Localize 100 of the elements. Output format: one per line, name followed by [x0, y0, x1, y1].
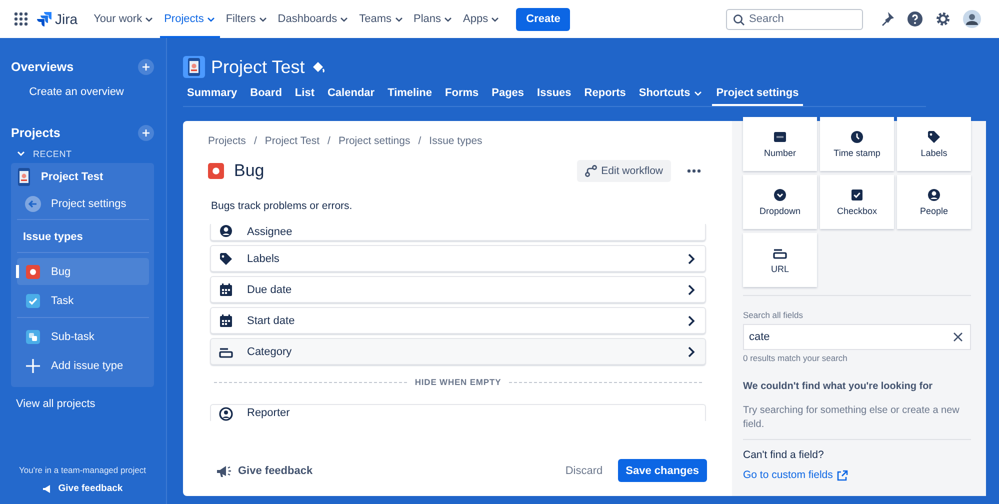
field-type-tile[interactable]: URL	[743, 233, 817, 287]
megaphone-icon	[216, 464, 232, 478]
custom-fields-link[interactable]: Go to custom fields	[743, 469, 971, 481]
search-field[interactable]: cate	[743, 324, 971, 350]
issue-type-description: Bugs track problems or errors.	[210, 200, 354, 212]
create-overview-link[interactable]: Create an overview	[11, 86, 154, 98]
project-tab[interactable]: Issues	[533, 83, 576, 106]
megaphone-icon	[42, 484, 52, 494]
clock-icon	[850, 130, 864, 144]
footer-note: You're in a team-managed project	[18, 465, 147, 475]
field-row[interactable]: Start date	[210, 307, 706, 334]
project-tab[interactable]: Pages	[488, 83, 528, 106]
section-title: Overviews	[11, 60, 74, 74]
field-row[interactable]: Reporter	[210, 404, 706, 421]
section-title: Projects	[11, 126, 60, 140]
close-icon	[953, 332, 963, 342]
project-title: Project Test	[211, 56, 305, 78]
app-switcher-icon	[14, 12, 28, 26]
tag-icon	[219, 252, 233, 266]
project-tab[interactable]: Reports	[580, 83, 630, 106]
project-tab[interactable]: Timeline	[384, 83, 436, 106]
issue-type-item[interactable]: Task	[17, 287, 149, 314]
checkbox-icon	[26, 294, 40, 308]
checkbox-icon	[850, 188, 864, 202]
chevron-right-icon	[687, 346, 695, 358]
project-avatar-icon	[17, 168, 31, 186]
project-tab[interactable]: Shortcuts	[634, 83, 708, 106]
more-icon	[687, 169, 701, 173]
avatar-icon	[963, 10, 981, 28]
save-changes-button[interactable]: Save changes	[618, 459, 707, 482]
subtask-icon	[26, 330, 40, 344]
field-row[interactable]: Due date	[210, 276, 706, 303]
logo-text[interactable]: Jira	[55, 11, 78, 27]
nav-menu-item[interactable]: Dashboards	[274, 0, 354, 38]
add-icon	[138, 59, 154, 75]
field-icon	[773, 246, 787, 260]
breadcrumb-separator: /	[418, 135, 422, 147]
project-tab[interactable]: Forms	[441, 83, 483, 106]
person-icon	[219, 407, 233, 421]
help-text: Can't find a field?	[743, 449, 825, 461]
help-icon	[907, 11, 923, 27]
discard-button[interactable]: Discard	[561, 460, 607, 480]
project-name[interactable]: Project Test	[41, 171, 104, 183]
breadcrumb-separator: /	[254, 135, 257, 147]
field-row[interactable]: Assignee	[210, 224, 706, 241]
project-tab[interactable]: Calendar	[323, 83, 379, 106]
nav-menu-item[interactable]: Filters	[222, 0, 272, 38]
chevron-right-icon	[687, 252, 695, 264]
breadcrumb-link[interactable]: Project Test	[264, 135, 320, 147]
field-type-tile[interactable]: Labels	[897, 117, 971, 171]
back-link[interactable]: Project settings	[17, 192, 149, 216]
breadcrumb-link[interactable]: Project settings	[338, 135, 410, 147]
person-icon	[927, 188, 941, 202]
nav-menu-item[interactable]: Apps	[459, 0, 504, 38]
field-label: Search all fields	[743, 310, 804, 320]
project-tab[interactable]: Project settings	[712, 83, 803, 106]
calendar-icon	[219, 282, 233, 296]
issue-type-item[interactable]: Add issue type	[17, 352, 149, 379]
issue-type-item[interactable]: Sub-task	[17, 323, 149, 350]
give-feedback-button[interactable]: Give feedback	[11, 483, 154, 494]
project-avatar-icon	[183, 56, 205, 78]
field-type-tile[interactable]: Checkbox	[820, 175, 894, 229]
breadcrumb-link[interactable]: Projects	[208, 135, 246, 147]
give-feedback-button[interactable]: Give feedback	[216, 464, 313, 478]
section-heading: Issue types	[22, 230, 84, 245]
project-tab[interactable]: List	[290, 83, 318, 106]
plus-icon	[26, 358, 40, 372]
search-field[interactable]: Search	[726, 8, 863, 30]
bug-icon	[26, 264, 40, 278]
view-all-projects-link[interactable]: View all projects	[16, 398, 154, 410]
calendar-icon	[219, 314, 233, 328]
external-link-icon	[836, 470, 848, 480]
field-row[interactable]: Labels	[210, 245, 706, 272]
create-button[interactable]: Create	[516, 8, 570, 30]
nav-menu-item[interactable]: Your work	[90, 0, 158, 38]
project-tab[interactable]: Summary	[183, 83, 242, 106]
number-icon	[773, 130, 787, 144]
chevron-right-icon	[687, 284, 695, 296]
nav-menu-item[interactable]: Plans	[410, 0, 458, 38]
project-tab[interactable]: Board	[246, 83, 286, 106]
add-icon	[138, 125, 154, 141]
breadcrumb-separator: /	[328, 135, 330, 147]
field-type-tile[interactable]: Number	[743, 117, 817, 171]
nav-menu-item[interactable]: Teams	[355, 0, 408, 38]
chevron-right-icon	[687, 314, 695, 326]
dropdown-icon	[773, 188, 787, 202]
results-count: 0 results match your search	[743, 353, 848, 363]
field-type-tile[interactable]: Time stamp	[820, 117, 894, 171]
issue-type-title: Bug	[234, 161, 264, 181]
settings-icon	[935, 11, 951, 27]
search-icon	[733, 14, 745, 26]
field-row[interactable]: Category	[210, 338, 706, 365]
tag-icon	[927, 130, 941, 144]
empty-state-text: Try searching for something else or create a new field.	[743, 404, 960, 431]
field-type-tile[interactable]: Dropdown	[743, 175, 817, 229]
workflow-icon	[585, 165, 598, 177]
field-type-tile[interactable]: People	[897, 175, 971, 229]
breadcrumb-link[interactable]: Issue types	[429, 135, 482, 147]
edit-workflow-button[interactable]: Edit workflow	[577, 160, 671, 182]
issue-type-item[interactable]: Bug	[17, 258, 149, 285]
